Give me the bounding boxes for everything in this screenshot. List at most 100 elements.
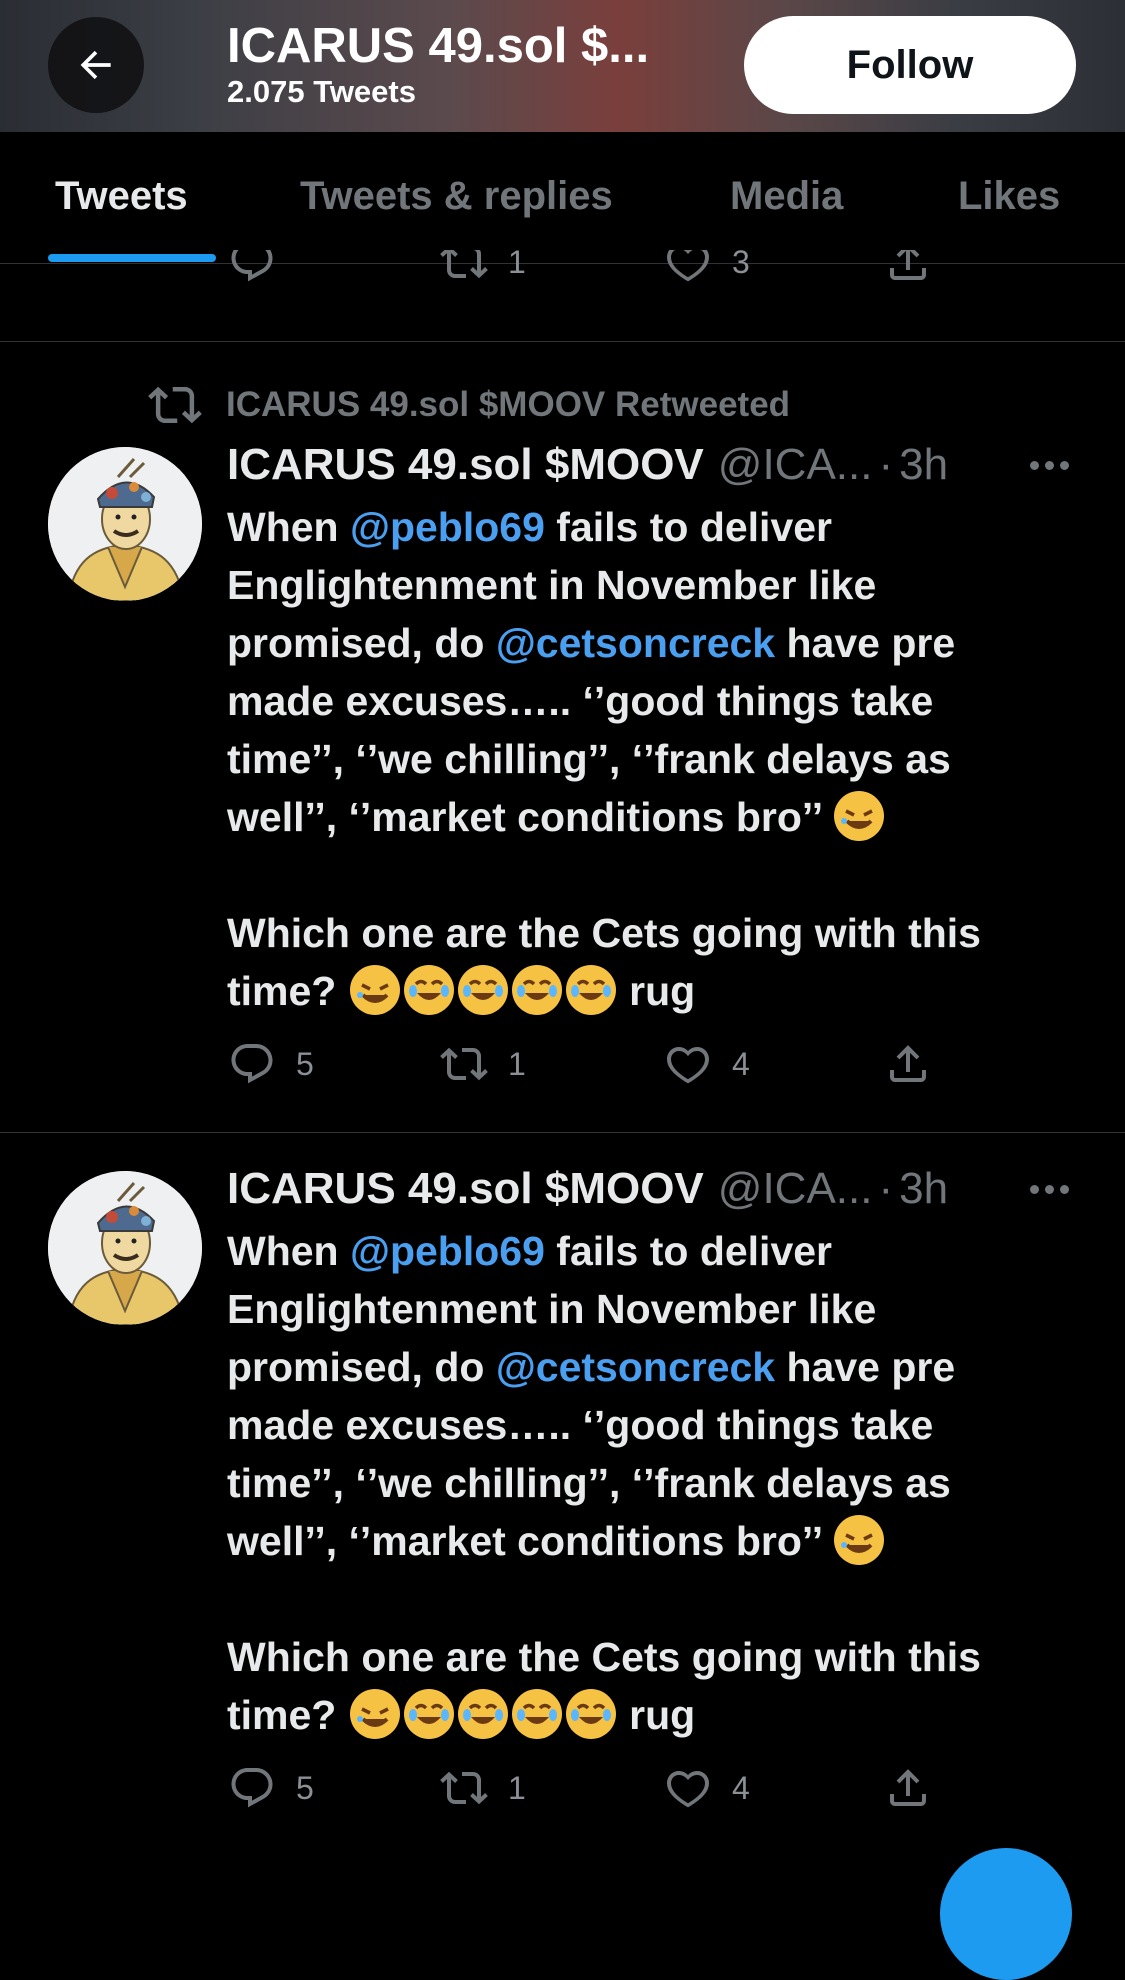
- more-dot: [1060, 1185, 1069, 1194]
- tweet-actions: 5 1 4: [0, 1040, 1125, 1100]
- more-options-button[interactable]: [1030, 461, 1069, 470]
- tweet-line: time’’, ‘’we chilling’’, ‘’frank delays …: [227, 1460, 951, 1506]
- rofl-emoji-icon: [834, 791, 885, 841]
- separator-dot: ·: [878, 1164, 894, 1213]
- like-count: 4: [732, 1045, 750, 1082]
- more-options-button[interactable]: [1030, 1185, 1069, 1194]
- separator-dot: ·: [878, 440, 894, 489]
- tweet-line: Englightenment in November like: [227, 562, 877, 608]
- retweet-button[interactable]: 1: [440, 250, 526, 286]
- heart-icon: [667, 1046, 709, 1084]
- more-dot: [1045, 1185, 1054, 1194]
- joy-emoji-icon: [511, 1689, 562, 1739]
- more-dot: [1030, 1185, 1039, 1194]
- retweet-count: 1: [508, 1045, 526, 1082]
- tweet-line: promised, do @cetsoncreck have pre: [227, 1338, 1077, 1396]
- compose-tweet-button[interactable]: [940, 1848, 1072, 1980]
- profile-header: ICARUS 49.sol $... 2.075 Tweets Follow: [0, 0, 1125, 132]
- like-count: 3: [732, 250, 750, 280]
- tweet-text: When @peblo69 fails to deliver Englighte…: [227, 498, 1077, 1020]
- retweeted-by-line: ICARUS 49.sol $MOOV Retweeted: [148, 378, 790, 432]
- tweet-line: well’’, ‘’market conditions bro’’: [227, 788, 1077, 846]
- tweet-line: made excuses….. ‘’good things take: [227, 1402, 934, 1448]
- like-button[interactable]: 3: [664, 250, 750, 286]
- tweet-time[interactable]: 3h: [899, 1164, 948, 1214]
- author-handle[interactable]: @ICA...: [718, 440, 873, 490]
- avatar[interactable]: [48, 1171, 202, 1325]
- tweet-line: time’’, ‘’we chilling’’, ‘’frank delays …: [227, 736, 951, 782]
- tweet-line: When @peblo69 fails to deliver: [227, 1222, 1077, 1280]
- reply-button[interactable]: 5: [228, 1764, 314, 1812]
- joy-emoji-icon: [403, 1689, 454, 1739]
- text-segment: fails to deliver: [544, 1228, 833, 1274]
- retweet-icon: [148, 386, 202, 424]
- tweet-text: When @peblo69 fails to deliver Englighte…: [227, 1222, 1077, 1744]
- tweet-header: ICARUS 49.sol $MOOV @ICA... · 3h: [227, 1164, 948, 1214]
- arrow-left-icon: [80, 50, 111, 80]
- rofl-emoji-icon: [349, 1689, 400, 1739]
- reply-count: 5: [296, 1769, 314, 1806]
- mention-link[interactable]: @cetsoncreck: [496, 620, 775, 666]
- rofl-emoji-icon: [349, 965, 400, 1015]
- author-handle[interactable]: @ICA...: [718, 1164, 873, 1214]
- follow-button[interactable]: Follow: [744, 16, 1076, 114]
- share-icon: [890, 1769, 926, 1806]
- share-icon: [890, 250, 926, 280]
- tweet-line: Englightenment in November like: [227, 1286, 877, 1332]
- rofl-emoji-icon: [834, 1515, 885, 1565]
- tweet-time[interactable]: 3h: [899, 440, 948, 490]
- author-name[interactable]: ICARUS 49.sol $MOOV: [227, 440, 704, 490]
- text-segment: rug: [617, 968, 696, 1014]
- joy-emoji-icon: [403, 965, 454, 1015]
- mention-link[interactable]: @peblo69: [350, 1228, 545, 1274]
- like-count: 4: [732, 1769, 750, 1806]
- more-dot: [1030, 461, 1039, 470]
- tweet-line: well’’, ‘’market conditions bro’’: [227, 1512, 1077, 1570]
- tweet-count: 2.075 Tweets: [227, 74, 416, 109]
- retweet-button[interactable]: 1: [440, 1040, 526, 1088]
- tweet-actions: 5 1 4: [0, 1764, 1125, 1824]
- reply-icon: [231, 1768, 273, 1808]
- like-button[interactable]: 4: [664, 1764, 750, 1812]
- more-dot: [1045, 461, 1054, 470]
- divider: [0, 341, 1125, 342]
- retweet-count: 1: [508, 1769, 526, 1806]
- text-segment: promised, do: [227, 1344, 496, 1390]
- divider: [0, 1132, 1125, 1133]
- mention-link[interactable]: @cetsoncreck: [496, 1344, 775, 1390]
- avatar[interactable]: [48, 447, 202, 601]
- retweet-icon: [440, 250, 488, 279]
- text-segment: When: [227, 1228, 350, 1274]
- author-name[interactable]: ICARUS 49.sol $MOOV: [227, 1164, 704, 1214]
- reply-button[interactable]: [228, 250, 276, 286]
- like-button[interactable]: 4: [664, 1040, 750, 1088]
- retweeted-by-text: ICARUS 49.sol $MOOV Retweeted: [226, 385, 791, 424]
- tweet-line: When @peblo69 fails to deliver: [227, 498, 1077, 556]
- joy-emoji-icon: [565, 1689, 616, 1739]
- tab-likes[interactable]: Likes: [958, 174, 1060, 219]
- retweet-button[interactable]: 1: [440, 1764, 526, 1812]
- avatar-illustration: [48, 447, 202, 601]
- mention-link[interactable]: @peblo69: [350, 504, 545, 550]
- heart-icon: [667, 1770, 709, 1808]
- tab-tweets-and-replies[interactable]: Tweets & replies: [300, 174, 613, 219]
- tweet-line: time? rug: [227, 962, 1077, 1020]
- text-segment: fails to deliver: [544, 504, 833, 550]
- text-segment: When: [227, 504, 350, 550]
- tweet-line: Which one are the Cets going with this: [227, 1634, 981, 1680]
- back-button[interactable]: [48, 17, 144, 113]
- tab-media[interactable]: Media: [730, 174, 843, 219]
- tweet-line: Which one are the Cets going with this: [227, 910, 981, 956]
- share-button[interactable]: [884, 1764, 932, 1812]
- share-button[interactable]: [884, 1040, 932, 1088]
- reply-button[interactable]: 5: [228, 1040, 314, 1088]
- partial-tweet-actions: 1 3: [0, 250, 1125, 300]
- text-segment: well’’, ‘’market conditions bro’’: [227, 1518, 833, 1564]
- joy-emoji-icon: [457, 1689, 508, 1739]
- text-segment: have pre: [775, 620, 956, 666]
- tab-tweets[interactable]: Tweets: [55, 174, 188, 219]
- share-icon: [890, 1045, 926, 1082]
- share-button[interactable]: [884, 250, 932, 286]
- text-segment: well’’, ‘’market conditions bro’’: [227, 794, 833, 840]
